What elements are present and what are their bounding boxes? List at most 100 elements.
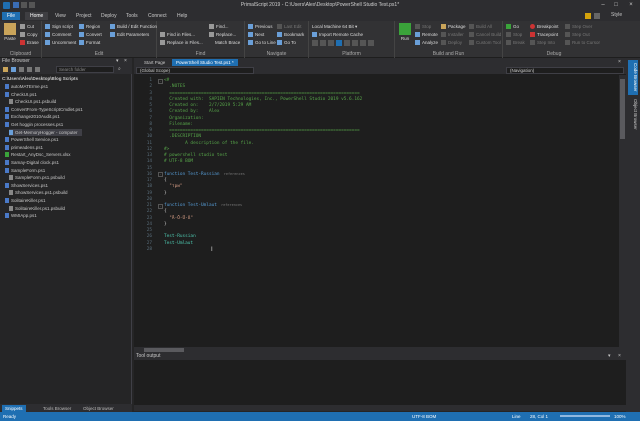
- menu-view[interactable]: View: [50, 12, 71, 20]
- list-item[interactable]: ConvertFrom-TypeScriptCmdlet.ps1: [5, 106, 83, 114]
- tab-powershell-studio-test[interactable]: PowerShell Studio Test.ps1 *: [172, 59, 238, 66]
- tool-output-panel[interactable]: [134, 360, 626, 405]
- find-in-files-button[interactable]: Find in Files...: [160, 31, 195, 38]
- tree-root-folder[interactable]: C:\Users\Alex\Desktop\Blog Scripts: [2, 75, 78, 83]
- list-item[interactable]: CheckUI.ps1: [5, 91, 37, 99]
- lightbulb-icon[interactable]: [585, 13, 591, 19]
- close-panel-icon[interactable]: ×: [124, 58, 127, 65]
- menu-tools[interactable]: Tools: [121, 12, 143, 20]
- break-button[interactable]: Break: [506, 39, 525, 46]
- fold-toggle[interactable]: -: [158, 78, 163, 84]
- analyze-button[interactable]: Analyze: [415, 39, 438, 46]
- close-window-button[interactable]: ×: [625, 1, 637, 10]
- options-icon[interactable]: [594, 13, 600, 19]
- zoom-slider[interactable]: [560, 415, 610, 417]
- stop-debug-button[interactable]: Stop: [506, 31, 522, 38]
- folder-icon[interactable]: [3, 67, 8, 72]
- platform-option-icon[interactable]: [312, 40, 318, 46]
- pin-icon[interactable]: ▾: [116, 58, 119, 65]
- remote-button[interactable]: Remote: [415, 31, 438, 38]
- go-to-line-button[interactable]: Go to Line: [248, 39, 276, 46]
- cut-button[interactable]: Cut: [20, 23, 34, 30]
- menu-connect[interactable]: Connect: [143, 12, 172, 20]
- fold-toggle[interactable]: -: [158, 172, 163, 178]
- tracepoint-button[interactable]: Tracepoint: [530, 31, 558, 38]
- tab-snippets[interactable]: Snippets: [2, 405, 26, 412]
- list-item[interactable]: SolitaireKiller.ps1.psbuild: [9, 205, 65, 213]
- list-item[interactable]: Restart_AnyDsc_Servers.xlsx: [5, 151, 71, 159]
- list-item[interactable]: SampleForm.ps1.psbuild: [9, 174, 65, 182]
- navigation-dropdown[interactable]: (Navigation): [506, 67, 624, 74]
- step-over-button[interactable]: Step Over: [565, 23, 592, 30]
- menu-home[interactable]: Home: [25, 12, 49, 20]
- list-item[interactable]: WMIApp.ps1: [5, 212, 37, 220]
- menu-project[interactable]: Project: [71, 12, 97, 20]
- convert-button[interactable]: Convert: [79, 31, 102, 38]
- next-button[interactable]: Next: [248, 31, 264, 38]
- bookmark-button[interactable]: Bookmark: [277, 31, 304, 38]
- pin-icon[interactable]: ▾: [608, 353, 611, 360]
- list-item[interactable]: Get hoggin processes.ps1: [5, 121, 63, 129]
- list-item[interactable]: Exchange2010Audit.ps1: [5, 113, 60, 121]
- close-panel-icon[interactable]: ×: [618, 353, 621, 360]
- fold-toggle[interactable]: -: [158, 203, 163, 209]
- paste-button[interactable]: Paste: [2, 23, 18, 43]
- custom-tool-button[interactable]: Custom Tool: [469, 39, 501, 46]
- list-item[interactable]: PowerShell Service.ps1: [5, 136, 59, 144]
- edit-parameters-button[interactable]: Edit Parameters: [110, 31, 149, 38]
- replace-in-files-button[interactable]: Replace in Files...: [160, 39, 203, 46]
- region-button[interactable]: Region: [79, 23, 100, 30]
- platform-option-icon[interactable]: [368, 40, 374, 46]
- last-edit-button[interactable]: Last Edit: [277, 23, 302, 30]
- platform-machine-select[interactable]: Local Machine 64 Bit ▾: [312, 23, 357, 30]
- code-lens-references[interactable]: references: [220, 172, 245, 176]
- view-icon[interactable]: [35, 67, 40, 72]
- search-icon[interactable]: ⌕: [118, 66, 121, 72]
- list-item[interactable]: SolitaireKiller.ps1: [5, 197, 46, 205]
- build-all-button[interactable]: Build All: [469, 23, 492, 30]
- package-button[interactable]: Package: [441, 23, 466, 30]
- tab-close-icon[interactable]: ×: [618, 59, 621, 65]
- list-item[interactable]: autoMATErme.ps1: [5, 83, 48, 91]
- tab-code-browser[interactable]: Code Browser: [628, 60, 638, 95]
- platform-option-icon[interactable]: [360, 40, 366, 46]
- stop-run-button[interactable]: Stop: [415, 23, 431, 30]
- tab-start-page[interactable]: Start Page: [140, 59, 169, 66]
- menu-deploy[interactable]: Deploy: [96, 12, 122, 20]
- minimize-button[interactable]: –: [597, 1, 609, 10]
- platform-option-icon[interactable]: [352, 40, 358, 46]
- erase-button[interactable]: Erase: [20, 39, 39, 46]
- code-editor[interactable]: 1 2 3 4 5 6 7 8 9 10 11 12 13 14 15 16 17 18 19 20 21 22 23 24 2…: [134, 75, 626, 347]
- run-to-cursor-button[interactable]: Run to Cursor: [565, 39, 600, 46]
- replace-button[interactable]: Replace...: [209, 31, 236, 38]
- previous-button[interactable]: Previous: [248, 23, 273, 30]
- list-item[interactable]: ShowServices.ps1: [5, 182, 48, 190]
- cancel-build-button[interactable]: Cancel Build: [469, 31, 501, 38]
- match-brace-button[interactable]: Match Brace: [215, 39, 240, 46]
- build-edit-function-button[interactable]: Build / Edit Function: [110, 23, 157, 30]
- uncomment-button[interactable]: Uncomment: [45, 39, 76, 46]
- go-debug-button[interactable]: Go: [506, 23, 519, 30]
- refresh-icon[interactable]: [11, 67, 16, 72]
- deploy-button[interactable]: Deploy: [441, 39, 462, 46]
- platform-option-icon[interactable]: [328, 40, 334, 46]
- scrollbar-thumb[interactable]: [620, 79, 625, 139]
- code-lens-references[interactable]: references: [217, 203, 242, 207]
- tab-tools-browser[interactable]: Tools Browser: [40, 405, 74, 412]
- editor-vertical-scrollbar[interactable]: [619, 75, 626, 347]
- platform-option-icon[interactable]: [344, 40, 350, 46]
- platform-option-icon[interactable]: [320, 40, 326, 46]
- sign-script-button[interactable]: Sign script: [45, 23, 73, 30]
- list-item[interactable]: Samay-Digital clock.ps1: [5, 159, 59, 167]
- platform-option-icon[interactable]: [336, 40, 342, 46]
- tab-object-browser[interactable]: Object Browser: [80, 405, 117, 412]
- step-out-button[interactable]: Step Out: [565, 31, 590, 38]
- breakpoint-button[interactable]: Breakpoint: [530, 23, 559, 30]
- import-remote-cache-button[interactable]: Import Remote Cache: [312, 31, 363, 38]
- list-item[interactable]: ShowServices.ps1.psbuild: [9, 189, 68, 197]
- installer-button[interactable]: Installer: [441, 31, 464, 38]
- comment-button[interactable]: Comment: [45, 31, 72, 38]
- format-button[interactable]: Format: [79, 39, 100, 46]
- go-to-button[interactable]: Go To: [277, 39, 296, 46]
- status-encoding[interactable]: UTF-8 BOM: [412, 412, 436, 421]
